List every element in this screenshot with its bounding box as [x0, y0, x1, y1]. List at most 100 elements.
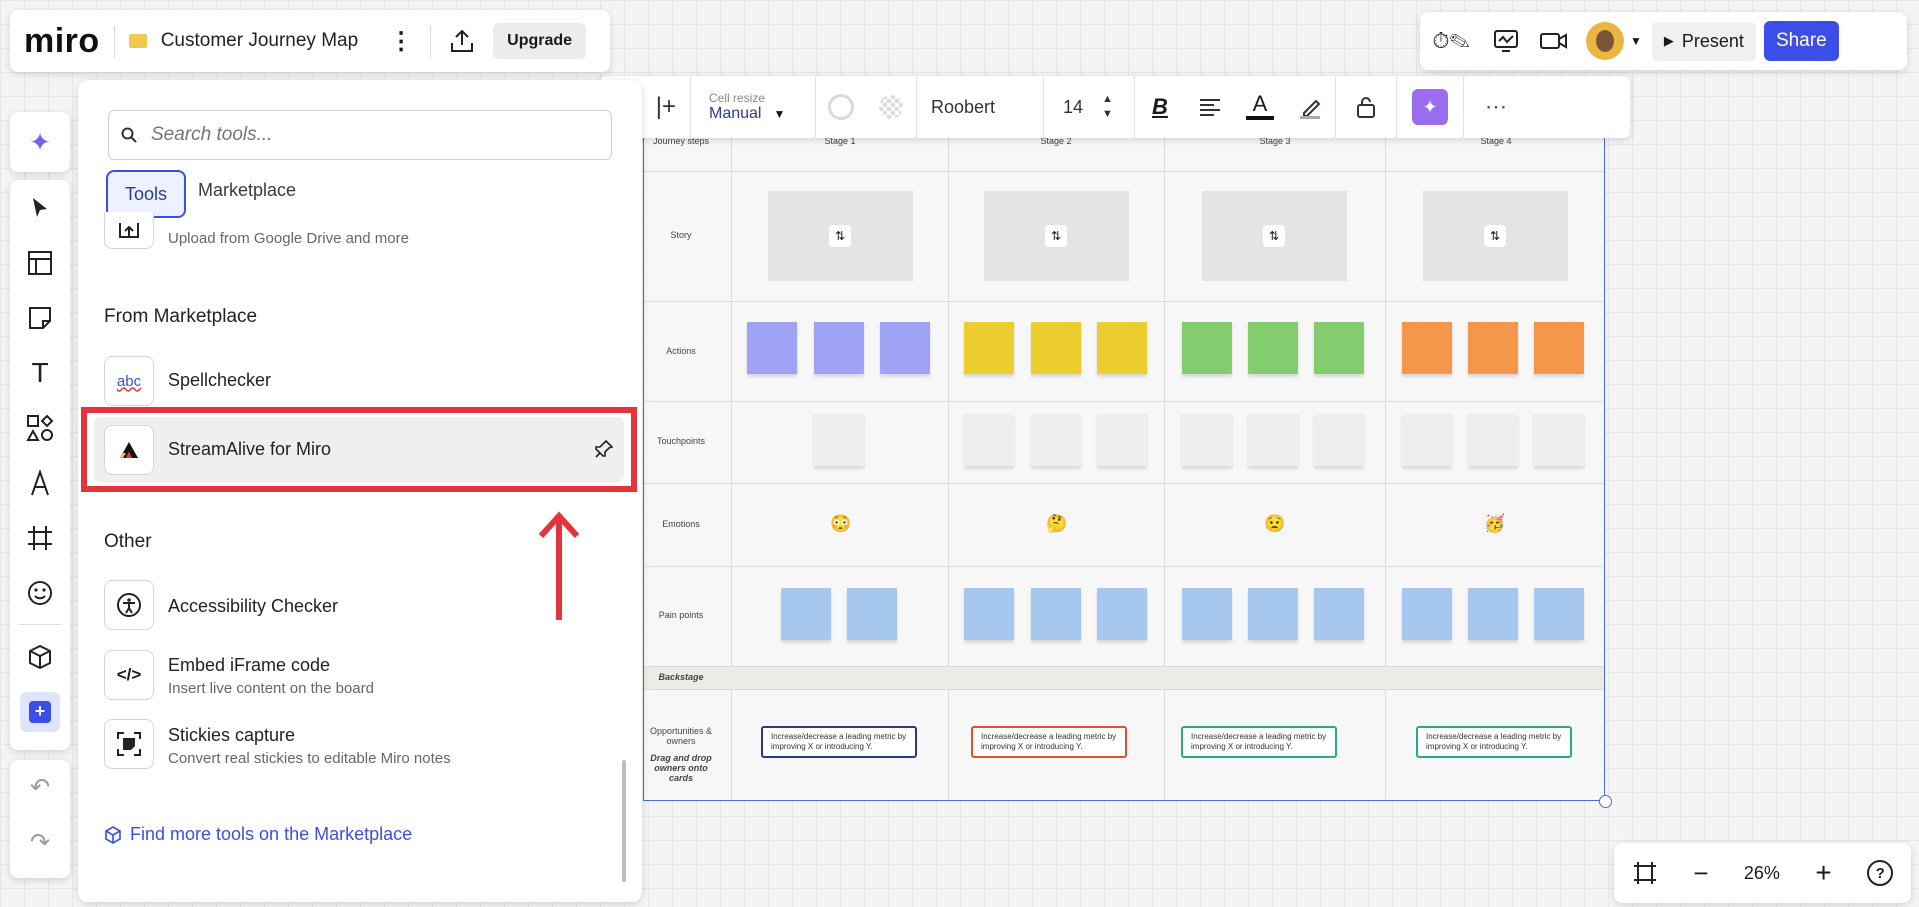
story-image-4[interactable]: ⇅ — [1423, 191, 1568, 281]
action-sticky[interactable] — [747, 322, 797, 374]
avatar[interactable] — [1586, 22, 1624, 60]
ai-sparkle-icon[interactable]: ✦ — [10, 112, 70, 172]
action-sticky[interactable] — [1097, 322, 1147, 374]
font-family-select[interactable]: Roobert — [917, 97, 1043, 118]
cell-resize-dropdown[interactable]: Cell resize Manual ▼ — [691, 91, 815, 123]
pain-point-sticky[interactable] — [847, 588, 897, 640]
row-label-pain-points: Pain points — [658, 610, 704, 620]
add-apps-button[interactable]: + — [10, 684, 70, 739]
story-image-1[interactable]: ⇅ — [768, 191, 913, 281]
pain-point-sticky[interactable] — [1314, 588, 1364, 640]
shapes-icon[interactable] — [10, 400, 70, 455]
action-sticky[interactable] — [964, 322, 1014, 374]
redo-icon[interactable]: ↷ — [10, 815, 70, 870]
pain-point-sticky[interactable] — [1402, 588, 1452, 640]
emotion-emoji-3[interactable]: 😟 — [1264, 514, 1285, 534]
action-sticky[interactable] — [1402, 322, 1452, 374]
touchpoint-sticky[interactable] — [1097, 414, 1147, 466]
video-camera-icon[interactable] — [1530, 31, 1578, 51]
search-tools-field[interactable] — [108, 110, 612, 160]
reactions-icon[interactable]: ⏱✎ — [1420, 28, 1482, 54]
ai-sparkle-button[interactable]: ✦ — [1397, 89, 1463, 125]
3d-box-icon[interactable] — [10, 629, 70, 684]
frame-icon[interactable] — [10, 510, 70, 565]
touchpoint-sticky[interactable] — [1402, 414, 1452, 466]
chevron-down-icon[interactable]: ▼ — [1630, 34, 1642, 48]
pain-point-sticky[interactable] — [1031, 588, 1081, 640]
pain-point-sticky[interactable] — [1097, 588, 1147, 640]
touchpoint-sticky[interactable] — [1248, 414, 1298, 466]
tab-marketplace[interactable]: Marketplace — [198, 180, 296, 201]
text-color-icon[interactable]: A — [1235, 93, 1285, 120]
zoom-level[interactable]: 26% — [1744, 863, 1780, 884]
highlight-pen-icon[interactable] — [1285, 95, 1335, 119]
touchpoint-sticky[interactable] — [1182, 414, 1232, 466]
text-tool-icon[interactable]: T — [10, 345, 70, 400]
fill-color-icon[interactable] — [866, 95, 916, 119]
touchpoint-sticky[interactable] — [1468, 414, 1518, 466]
emotion-emoji-2[interactable]: 🤔 — [1046, 514, 1067, 534]
pain-point-sticky[interactable] — [1182, 588, 1232, 640]
zoom-in-icon[interactable]: + — [1815, 857, 1831, 889]
action-sticky[interactable] — [1314, 322, 1364, 374]
touchpoint-sticky[interactable] — [814, 414, 864, 466]
story-image-3[interactable]: ⇅ — [1202, 191, 1347, 281]
zoom-out-icon[interactable]: − — [1693, 858, 1708, 889]
swap-icon: ⇅ — [1484, 225, 1506, 247]
pain-point-sticky[interactable] — [964, 588, 1014, 640]
opportunity-card-1[interactable]: Increase/decrease a leading metric by im… — [761, 726, 917, 758]
activity-chart-icon[interactable] — [1482, 29, 1530, 53]
touchpoint-sticky[interactable] — [1534, 414, 1584, 466]
cell-resize-label: Cell resize — [709, 91, 766, 105]
sticky-note-icon[interactable] — [10, 290, 70, 345]
pain-point-sticky[interactable] — [1468, 588, 1518, 640]
more-options-icon[interactable]: ⋯ — [1464, 94, 1528, 120]
upgrade-button[interactable]: Upgrade — [493, 23, 587, 59]
border-color-icon[interactable] — [816, 94, 866, 120]
pain-point-sticky[interactable] — [781, 588, 831, 640]
action-sticky[interactable] — [1248, 322, 1298, 374]
miro-logo[interactable]: miro — [24, 22, 100, 61]
find-more-tools-link[interactable]: Find more tools on the Marketplace — [104, 824, 412, 845]
tab-tools[interactable]: Tools — [106, 170, 186, 218]
templates-icon[interactable] — [10, 235, 70, 290]
opportunity-card-4[interactable]: Increase/decrease a leading metric by im… — [1416, 726, 1572, 758]
action-sticky[interactable] — [1468, 322, 1518, 374]
align-left-icon[interactable] — [1185, 98, 1235, 116]
font-size-input[interactable]: 14 — [1044, 97, 1102, 118]
pen-icon[interactable] — [10, 455, 70, 510]
board-title[interactable]: Customer Journey Map — [161, 30, 358, 52]
opportunity-card-3[interactable]: Increase/decrease a leading metric by im… — [1181, 726, 1337, 758]
accessibility-label: Accessibility Checker — [168, 596, 339, 616]
journey-map-table[interactable]: Journey steps Stage 1 Stage 2 Stage 3 St… — [643, 135, 1605, 801]
kebab-menu-icon[interactable]: ⋮ — [386, 27, 416, 56]
story-image-2[interactable]: ⇅ — [984, 191, 1129, 281]
action-sticky[interactable] — [880, 322, 930, 374]
lock-icon[interactable] — [1336, 96, 1396, 118]
bold-icon[interactable]: B — [1135, 94, 1185, 120]
action-sticky[interactable] — [1534, 322, 1584, 374]
action-sticky[interactable] — [1182, 322, 1232, 374]
touchpoint-sticky[interactable] — [1314, 414, 1364, 466]
action-sticky[interactable] — [1031, 322, 1081, 374]
present-button[interactable]: ▶ Present — [1651, 21, 1756, 61]
undo-icon[interactable]: ↶ — [10, 760, 70, 815]
share-button[interactable]: Share — [1763, 21, 1839, 61]
emotion-emoji-4[interactable]: 🥳 — [1484, 514, 1505, 534]
action-sticky[interactable] — [814, 322, 864, 374]
emotion-emoji-1[interactable]: 😳 — [830, 514, 851, 534]
export-icon[interactable] — [445, 28, 479, 54]
opportunity-card-2[interactable]: Increase/decrease a leading metric by im… — [971, 726, 1127, 758]
touchpoint-sticky[interactable] — [964, 414, 1014, 466]
touchpoint-sticky[interactable] — [1031, 414, 1081, 466]
resize-handle[interactable] — [1599, 795, 1612, 808]
pain-point-sticky[interactable] — [1248, 588, 1298, 640]
search-input[interactable] — [149, 123, 573, 147]
pain-point-sticky[interactable] — [1534, 588, 1584, 640]
font-size-stepper[interactable]: ▲ ▼ — [1102, 92, 1128, 122]
fit-to-screen-icon[interactable] — [1632, 860, 1658, 886]
panel-scrollbar[interactable] — [622, 760, 626, 882]
select-cursor-icon[interactable] — [10, 180, 70, 235]
help-icon[interactable]: ? — [1867, 860, 1894, 886]
sticker-icon[interactable] — [10, 565, 70, 620]
